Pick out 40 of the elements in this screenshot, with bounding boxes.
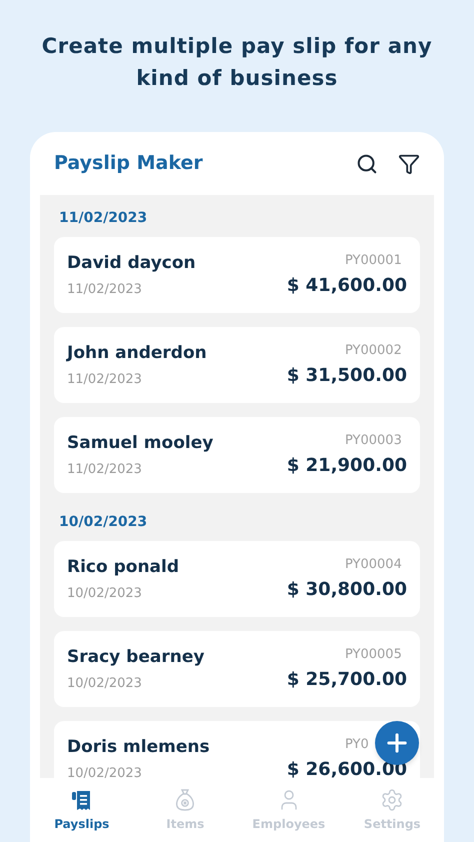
payslip-card[interactable]: Samuel mooley 11/02/2023 PY00003 $ 21,900.00 [54,417,420,493]
employee-name: Doris mlemens [67,736,210,759]
payslip-card[interactable]: Sracy bearney 10/02/2023 PY00005 $ 25,700.00 [54,631,420,707]
nav-tab[interactable]: Payslips [30,788,134,832]
headline: Create multiple pay slip for any kind of business [40,33,434,92]
payslip-number: PY0 [345,736,369,754]
payslip-number: PY00002 [345,342,402,360]
payslip-card[interactable]: David daycon 11/02/2023 PY00001 $ 41,600.00 [54,237,420,313]
payslip-amount: $ 26,600.00 [286,758,407,778]
payslip-number: PY00005 [345,646,402,664]
payslip-date: 10/02/2023 [67,674,143,692]
payslip-amount: $ 25,700.00 [286,668,407,692]
payslip-number: PY00004 [345,556,402,574]
employee-name: Samuel mooley [67,432,214,455]
filter-icon [398,152,420,174]
search-button[interactable] [356,152,378,174]
payslip-number: PY00001 [345,252,402,270]
payslip-date: 10/02/2023 [67,764,143,778]
filter-button[interactable] [398,152,420,174]
payslip-date: 11/02/2023 [67,280,143,298]
payslip-date: 10/02/2023 [67,584,143,602]
payslip-card[interactable]: Rico ponald 10/02/2023 PY00004 $ 30,800.00 [54,541,420,617]
payslip-number: PY00003 [345,432,402,450]
search-icon [356,152,378,174]
employee-name: David daycon [67,252,196,275]
group-date: 10/02/2023 [58,512,148,532]
gear-icon [380,788,404,812]
app-title: Payslip Maker [54,151,203,176]
payslip-amount: $ 21,900.00 [286,454,407,478]
payslip-date: 11/02/2023 [67,460,143,478]
payslip-amount: $ 41,600.00 [286,274,407,298]
payslip-card[interactable]: John anderdon 11/02/2023 PY00002 $ 31,500.00 [54,327,420,403]
payslip-card[interactable]: Doris mlemens 10/02/2023 PY0 $ 26,600.00 [54,721,420,778]
group-date: 11/02/2023 [58,208,148,228]
payslip-amount: $ 31,500.00 [286,364,407,388]
payslip-date: 11/02/2023 [67,370,143,388]
employee-name: Sracy bearney [67,646,204,669]
employee-name: Rico ponald [67,556,180,579]
payslip-amount: $ 30,800.00 [286,578,407,602]
employee-name: John anderdon [67,342,207,365]
